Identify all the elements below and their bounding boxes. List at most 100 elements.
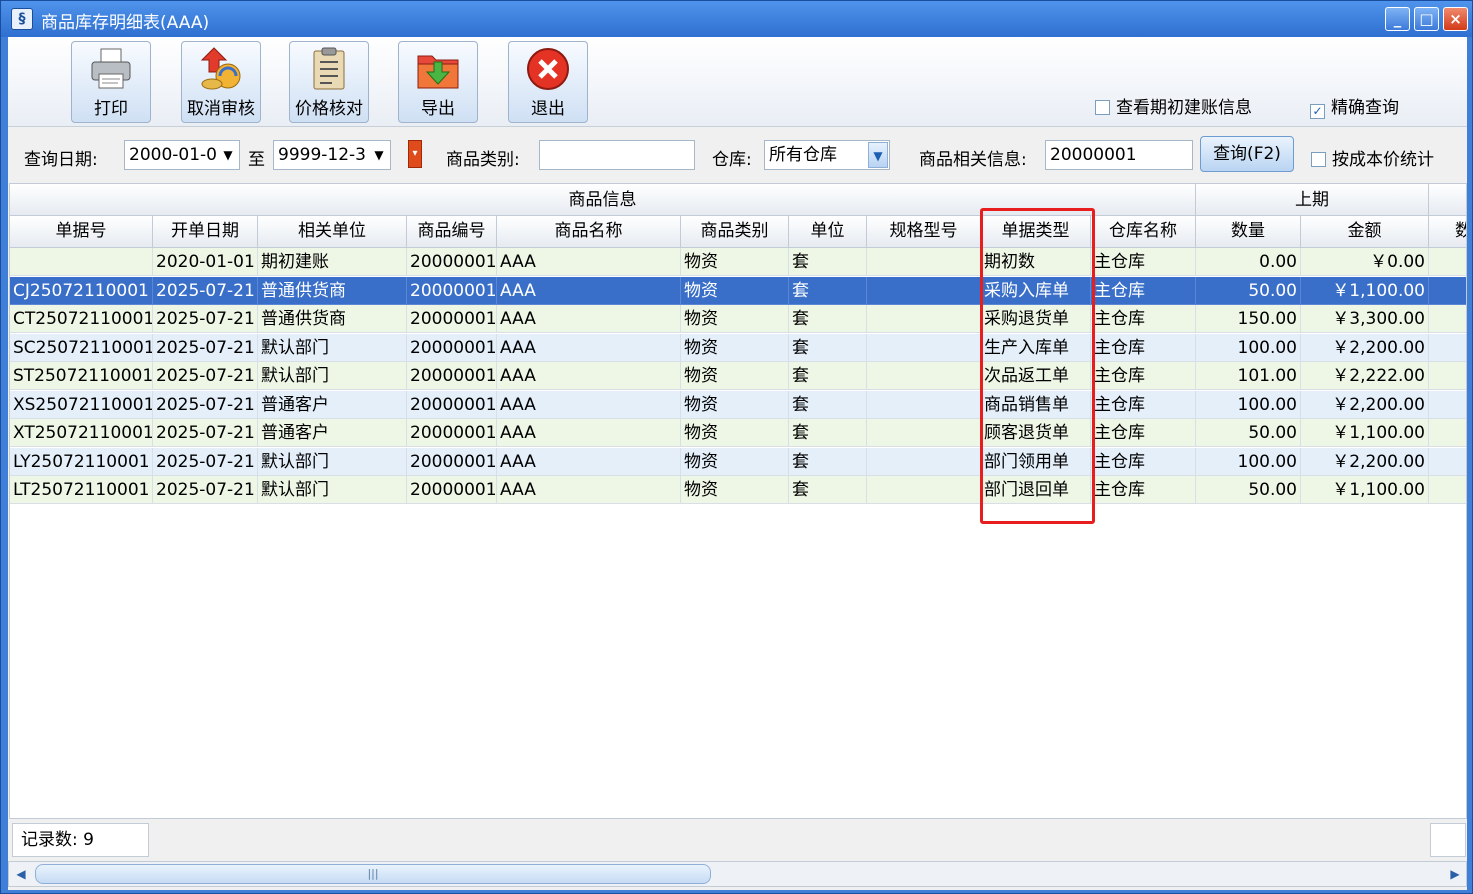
cell-unit: 套 [789, 276, 867, 305]
cell-open-date: 2020-01-01 [153, 248, 258, 276]
cell-product-name: AAA [497, 305, 681, 333]
column-header-amount[interactable]: 金额 [1301, 216, 1429, 247]
cost-stat-checkbox[interactable]: 按成本价统计 [1311, 145, 1434, 170]
table-row[interactable]: 2020-01-01 期初建账 20000001 AAA 物资套期初数 主仓库 0.00 ￥0… [10, 248, 1466, 276]
chevron-down-icon[interactable]: ▼ [369, 142, 389, 168]
close-button[interactable]: × [1443, 7, 1468, 31]
table-row[interactable]: LY25072110001 2025-07-21 默认部门 20000001 AAA 物资… [10, 447, 1466, 476]
group-header-row: 商品信息 上期 [10, 184, 1466, 216]
date-from-value: 2000-01-0 [129, 145, 217, 165]
cell-amount: ￥3,300.00 [1301, 305, 1429, 333]
warehouse-value: 所有仓库 [769, 145, 837, 165]
scroll-left-icon[interactable]: ◀ [11, 863, 31, 885]
export-button[interactable]: 导出 [398, 41, 478, 123]
column-header-product-code[interactable]: 商品编号 [407, 216, 497, 247]
cell-product-name: AAA [497, 476, 681, 504]
minimize-button[interactable]: _ [1385, 7, 1410, 31]
column-header-product-name[interactable]: 商品名称 [497, 216, 681, 247]
table-row[interactable]: ST25072110001 2025-07-21 默认部门 20000001 AAA 物资… [10, 362, 1466, 390]
warehouse-select[interactable]: 所有仓库 ▼ [764, 140, 890, 170]
date-range-marker-icon[interactable]: ▾ [408, 140, 422, 168]
export-label: 导出 [421, 99, 455, 119]
column-header-product-category[interactable]: 商品类别 [681, 216, 789, 247]
cell-product-code: 20000001 [407, 248, 497, 276]
exit-button[interactable]: 退出 [508, 41, 588, 123]
info-input[interactable]: 20000001 [1045, 140, 1193, 170]
cell-spec-model [867, 390, 981, 419]
scroll-right-icon[interactable]: ▶ [1445, 863, 1465, 885]
status-bar: 记录数: 9 [8, 819, 1467, 859]
horizontal-scrollbar[interactable]: ◀ ||| ▶ [8, 861, 1467, 887]
exact-query-checkbox[interactable]: ✓ 精确查询 [1310, 93, 1399, 119]
group-header-previous: 上期 [1196, 184, 1429, 215]
cell-product-name: AAA [497, 362, 681, 390]
cell-unit: 套 [789, 248, 867, 276]
cell-product-name: AAA [497, 419, 681, 447]
show-initial-label: 查看期初建账信息 [1116, 98, 1252, 118]
data-grid[interactable]: 商品信息 上期 单据号 开单日期 相关单位 商品编号 商品名称 商品类别 单位 规格型号 单据类… [9, 183, 1467, 819]
cell-quantity: 101.00 [1196, 362, 1301, 390]
print-button[interactable]: 打印 [71, 41, 151, 123]
warehouse-label: 仓库: [712, 150, 752, 170]
cell-product-code: 20000001 [407, 333, 497, 362]
cell-warehouse-name: 主仓库 [1091, 333, 1196, 362]
cell-doc-no: CT25072110001 [10, 305, 153, 333]
cell-doc-no: XT25072110001 [10, 419, 153, 447]
cell-unit: 套 [789, 447, 867, 476]
cell-doc-no: LT25072110001 [10, 476, 153, 504]
scrollbar-thumb[interactable]: ||| [35, 864, 711, 884]
cell-unit: 套 [789, 333, 867, 362]
show-initial-checkbox[interactable]: 查看期初建账信息 [1095, 93, 1252, 118]
chevron-down-icon[interactable]: ▼ [868, 142, 888, 168]
column-header-open-date[interactable]: 开单日期 [153, 216, 258, 247]
cell-quantity: 50.00 [1196, 276, 1301, 305]
show-initial-box[interactable] [1095, 100, 1110, 115]
cell-amount: ￥1,100.00 [1301, 276, 1429, 305]
table-row[interactable]: LT25072110001 2025-07-21 默认部门 20000001 AAA 物资… [10, 476, 1466, 504]
date-from-picker[interactable]: 2000-01-0 ▼ [124, 140, 240, 170]
category-input[interactable] [539, 140, 695, 170]
price-check-button[interactable]: 价格核对 [289, 41, 369, 123]
cell-unit: 套 [789, 305, 867, 333]
exact-query-label: 精确查询 [1331, 98, 1399, 118]
cell-amount: ￥1,100.00 [1301, 476, 1429, 504]
column-header-warehouse-name[interactable]: 仓库名称 [1091, 216, 1196, 247]
cell-related-unit: 默认部门 [258, 447, 407, 476]
cell-product-category: 物资 [681, 333, 789, 362]
cell-product-category: 物资 [681, 447, 789, 476]
printer-icon [88, 46, 134, 92]
column-header-next[interactable]: 数 [1429, 216, 1466, 247]
cell-spec-model [867, 476, 981, 504]
cost-stat-box[interactable] [1311, 152, 1326, 167]
column-header-unit[interactable]: 单位 [789, 216, 867, 247]
cell-next [1429, 419, 1466, 447]
column-header-quantity[interactable]: 数量 [1196, 216, 1301, 247]
query-button[interactable]: 查询(F2) [1200, 136, 1294, 172]
column-header-related-unit[interactable]: 相关单位 [258, 216, 407, 247]
cell-product-code: 20000001 [407, 419, 497, 447]
table-row[interactable]: XT25072110001 2025-07-21 普通客户 20000001 AAA 物资… [10, 419, 1466, 447]
column-header-doc-no[interactable]: 单据号 [10, 216, 153, 247]
table-row[interactable]: SC25072110001 2025-07-21 默认部门 20000001 AAA 物资… [10, 333, 1466, 362]
cell-amount: ￥2,222.00 [1301, 362, 1429, 390]
maximize-button[interactable]: □ [1414, 7, 1439, 31]
table-row[interactable]: CJ25072110001 2025-07-21 普通供货商 20000001 AAA 物… [10, 276, 1466, 305]
cell-product-code: 20000001 [407, 476, 497, 504]
cost-stat-label: 按成本价统计 [1332, 150, 1434, 170]
exact-query-box[interactable]: ✓ [1310, 104, 1325, 119]
date-to-picker[interactable]: 9999-12-3 ▼ [273, 140, 391, 170]
cell-unit: 套 [789, 362, 867, 390]
cell-next [1429, 248, 1466, 276]
highlight-annotation-box [980, 208, 1095, 524]
chevron-down-icon[interactable]: ▼ [218, 142, 238, 168]
cancel-audit-button[interactable]: 取消审核 [181, 41, 261, 123]
cell-product-category: 物资 [681, 276, 789, 305]
table-row[interactable]: CT25072110001 2025-07-21 普通供货商 20000001 AAA 物… [10, 305, 1466, 333]
status-panel [1430, 823, 1466, 857]
column-header-spec-model[interactable]: 规格型号 [867, 216, 981, 247]
column-header-row: 单据号 开单日期 相关单位 商品编号 商品名称 商品类别 单位 规格型号 单据类型 仓库名称 数量金… [10, 216, 1466, 248]
table-row[interactable]: XS25072110001 2025-07-21 普通客户 20000001 AAA 物资… [10, 390, 1466, 419]
cancel-audit-icon [198, 46, 244, 92]
title-bar[interactable]: § 商品库存明细表(AAA) _ □ × [1, 1, 1472, 37]
cell-related-unit: 默认部门 [258, 476, 407, 504]
